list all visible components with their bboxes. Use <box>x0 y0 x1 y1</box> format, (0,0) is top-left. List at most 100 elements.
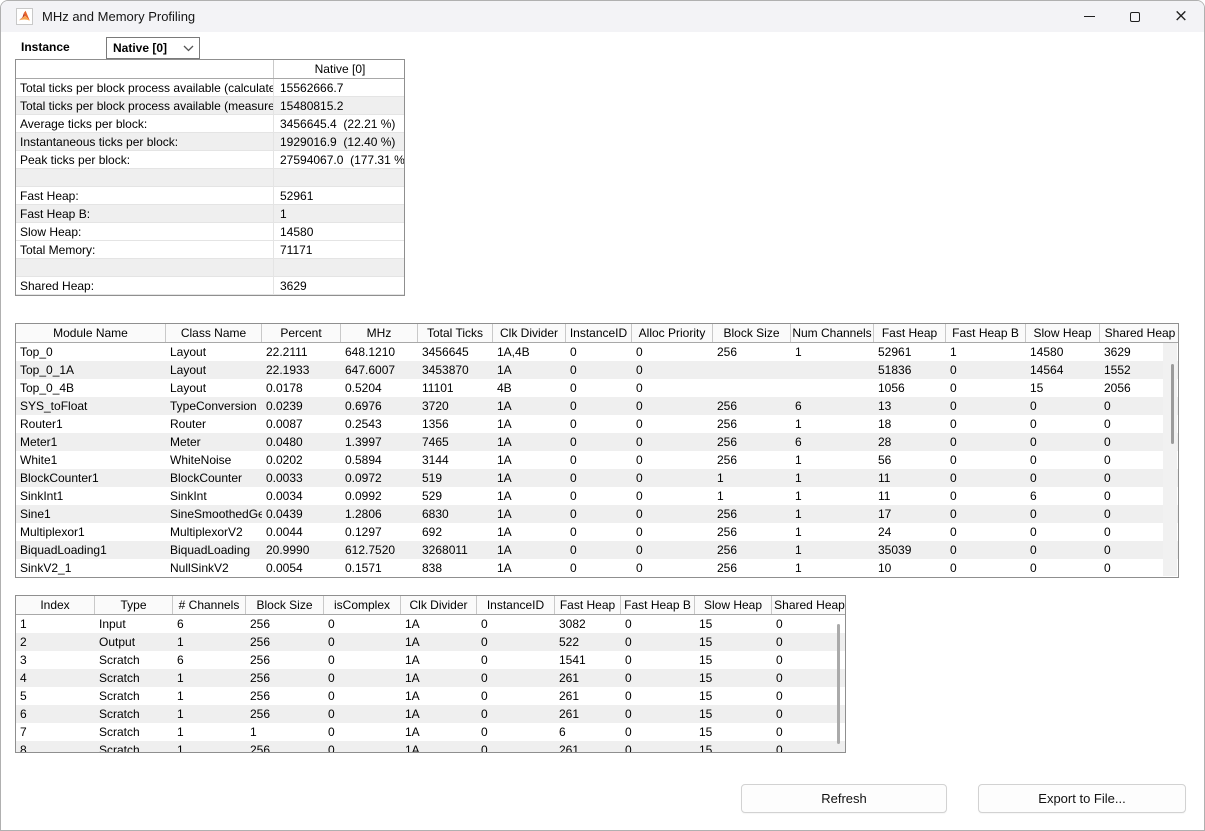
cell: 1 <box>791 451 874 469</box>
table-row[interactable]: Top_0Layout22.2111648.121034566451A,4B00… <box>16 343 1178 361</box>
column-header-clk-divider[interactable]: Clk Divider <box>401 596 477 614</box>
cell: 0 <box>632 361 713 379</box>
table-row[interactable]: 8Scratch125601A02610150 <box>16 741 845 753</box>
table-row[interactable]: BlockCounter1BlockCounter0.00330.0972519… <box>16 469 1178 487</box>
table-row[interactable]: Meter1Meter0.04801.399774651A00256628000 <box>16 433 1178 451</box>
cell: 56 <box>874 451 946 469</box>
column-header-fast-heap-b[interactable]: Fast Heap B <box>621 596 695 614</box>
cell: Layout <box>166 379 262 397</box>
cell: 0 <box>1026 559 1100 577</box>
table-row[interactable]: Top_0_1ALayout22.1933647.600734538701A00… <box>16 361 1178 379</box>
minimize-button[interactable] <box>1066 1 1112 32</box>
table-row[interactable]: SinkV2_1NullSinkV20.00540.15718381A00256… <box>16 559 1178 577</box>
export-to-file-button[interactable]: Export to File... <box>978 784 1186 813</box>
table-row[interactable]: Sine1SineSmoothedGen0.04391.280668301A00… <box>16 505 1178 523</box>
column-header-fast-heap[interactable]: Fast Heap <box>874 324 946 342</box>
cell: 256 <box>246 705 324 723</box>
cell: 0 <box>946 541 1026 559</box>
column-header-slow-heap[interactable]: Slow Heap <box>695 596 772 614</box>
cell: 0 <box>477 705 555 723</box>
summary-value-cell: 1929016.9 (12.40 %) <box>274 133 405 151</box>
summary-table: Native [0]Total ticks per block process … <box>15 59 405 296</box>
cell: 6 <box>791 433 874 451</box>
cell: 1A <box>401 651 477 669</box>
scrollbar-thumb[interactable] <box>1171 364 1174 444</box>
table-row[interactable]: 1Input625601A030820150 <box>16 615 845 633</box>
column-header-instanceid[interactable]: InstanceID <box>477 596 555 614</box>
column-header-alloc-priority[interactable]: Alloc Priority <box>632 324 713 342</box>
table-row[interactable]: 5Scratch125601A02610150 <box>16 687 845 705</box>
table-row[interactable] <box>16 259 404 277</box>
column-header-block-size[interactable]: Block Size <box>713 324 791 342</box>
column-header-fast-heap-b[interactable]: Fast Heap B <box>946 324 1026 342</box>
table-row[interactable]: Fast Heap:52961 <box>16 187 404 205</box>
column-header-instanceid[interactable]: InstanceID <box>566 324 632 342</box>
cell: 14580 <box>1026 343 1100 361</box>
cell: 0 <box>632 343 713 361</box>
cell: 22.2111 <box>262 343 341 361</box>
table-row[interactable]: Multiplexor1MultiplexorV20.00440.1297692… <box>16 523 1178 541</box>
table-row[interactable]: 4Scratch125601A02610150 <box>16 669 845 687</box>
column-header-module-name[interactable]: Module Name <box>16 324 166 342</box>
table-row[interactable]: Router1Router0.00870.254313561A002561180… <box>16 415 1178 433</box>
cell: 1 <box>791 469 874 487</box>
column-header-iscomplex[interactable]: isComplex <box>324 596 401 614</box>
table-row[interactable]: Average ticks per block:3456645.4 (22.21… <box>16 115 404 133</box>
buffer-table: IndexType# ChannelsBlock SizeisComplexCl… <box>15 595 846 753</box>
table-row[interactable] <box>16 169 404 187</box>
cell: 0 <box>621 687 695 705</box>
summary-label-cell: Peak ticks per block: <box>16 151 274 169</box>
table-row[interactable]: 6Scratch125601A02610150 <box>16 705 845 723</box>
column-header-fast-heap[interactable]: Fast Heap <box>555 596 621 614</box>
table-row[interactable]: SYS_toFloatTypeConversion0.02390.6976372… <box>16 397 1178 415</box>
column-header-clk-divider[interactable]: Clk Divider <box>493 324 566 342</box>
cell: 0 <box>946 361 1026 379</box>
table-row[interactable]: 3Scratch625601A015410150 <box>16 651 845 669</box>
column-header-block-size[interactable]: Block Size <box>246 596 324 614</box>
refresh-button[interactable]: Refresh <box>741 784 947 813</box>
cell: 0 <box>1026 415 1100 433</box>
table-row[interactable]: Total ticks per block process available … <box>16 97 404 115</box>
column-header-shared-heap[interactable]: Shared Heap <box>1100 324 1179 342</box>
table-row[interactable]: Slow Heap:14580 <box>16 223 404 241</box>
column-header-index[interactable]: Index <box>16 596 95 614</box>
cell: 1A <box>493 541 566 559</box>
table-row[interactable]: BiquadLoading1BiquadLoading20.9990612.75… <box>16 541 1178 559</box>
column-header-shared-heap[interactable]: Shared Heap <box>772 596 846 614</box>
column-header-total-ticks[interactable]: Total Ticks <box>418 324 493 342</box>
cell: 15 <box>1026 379 1100 397</box>
table-row[interactable]: 7Scratch1101A060150 <box>16 723 845 741</box>
close-button[interactable]: × <box>1158 1 1204 32</box>
table-row[interactable]: Instantaneous ticks per block:1929016.9 … <box>16 133 404 151</box>
cell: 3268011 <box>418 541 493 559</box>
cell: 0 <box>1026 451 1100 469</box>
table-row[interactable]: Peak ticks per block:27594067.0 (177.31 … <box>16 151 404 169</box>
table-row[interactable]: Total Memory:71171 <box>16 241 404 259</box>
column-header-num-channels[interactable]: Num Channels <box>791 324 874 342</box>
cell: 4B <box>493 379 566 397</box>
cell: 0 <box>632 559 713 577</box>
column-header--channels[interactable]: # Channels <box>173 596 246 614</box>
table-row[interactable]: 2Output125601A05220150 <box>16 633 845 651</box>
cell: 1.3997 <box>341 433 418 451</box>
column-header-slow-heap[interactable]: Slow Heap <box>1026 324 1100 342</box>
column-header-mhz[interactable]: MHz <box>341 324 418 342</box>
cell: 1056 <box>874 379 946 397</box>
maximize-button[interactable] <box>1112 1 1158 32</box>
instance-label: Instance <box>21 37 70 58</box>
column-header-class-name[interactable]: Class Name <box>166 324 262 342</box>
cell: 6 <box>173 651 246 669</box>
column-header-percent[interactable]: Percent <box>262 324 341 342</box>
table-row[interactable]: White1WhiteNoise0.02020.589431441A002561… <box>16 451 1178 469</box>
column-header-type[interactable]: Type <box>95 596 173 614</box>
table-row[interactable]: Total ticks per block process available … <box>16 79 404 97</box>
instance-dropdown[interactable]: Native [0] <box>106 37 200 59</box>
buffer-table-scrollbar-thumb[interactable] <box>837 624 840 744</box>
cell: 0.0992 <box>341 487 418 505</box>
table-row[interactable]: Top_0_4BLayout0.01780.5204111014B0010560… <box>16 379 1178 397</box>
cell: 261 <box>555 705 621 723</box>
table-row[interactable]: SinkInt1SinkInt0.00340.09925291A00111106… <box>16 487 1178 505</box>
module-table-scrollbar[interactable] <box>1163 343 1177 576</box>
table-row[interactable]: Shared Heap:3629 <box>16 277 404 295</box>
table-row[interactable]: Fast Heap B:1 <box>16 205 404 223</box>
